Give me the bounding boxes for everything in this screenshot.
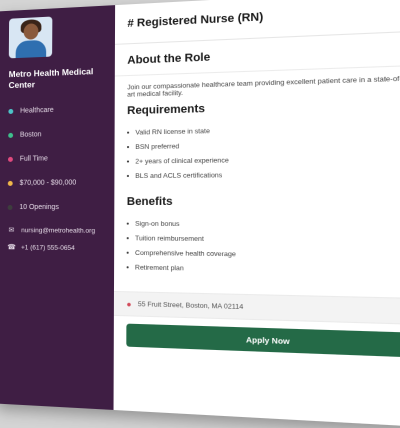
- job-title: # Registered Nurse (RN): [127, 10, 264, 30]
- meta-schedule: Full Time: [7, 152, 106, 165]
- about-heading: About the Role: [127, 51, 211, 67]
- apply-now-button[interactable]: Apply Now: [126, 323, 400, 358]
- meta-category: Healthcare: [8, 102, 106, 117]
- org-name: Metro Health Medical Center: [8, 66, 94, 91]
- dot-yellow-icon: [7, 180, 13, 186]
- dot-pink-icon: [7, 156, 13, 162]
- dot-dark-icon: [7, 204, 13, 210]
- modal-header: # Registered Nurse (RN): [114, 0, 400, 45]
- meta-category-label: Healthcare: [20, 106, 54, 115]
- meta-salary: $70,000 - $90,000: [7, 176, 106, 189]
- meta-salary-label: $70,000 - $90,000: [19, 178, 77, 187]
- list-item: BSN preferred: [126, 137, 400, 152]
- meta-openings: 10 Openings: [7, 201, 106, 213]
- meta-location-label: Boston: [19, 130, 42, 139]
- job-detail-modal: Metro Health Medical Center Healthcare B…: [0, 0, 400, 428]
- meta-openings-label: 10 Openings: [19, 203, 59, 211]
- phone-icon: ☎: [7, 244, 16, 252]
- envelope-icon: ✉: [8, 227, 15, 235]
- list-item: Retirement plan: [126, 262, 400, 278]
- list-item: Valid RN license in state: [127, 121, 400, 137]
- list-item: 2+ years of clinical experience: [126, 152, 400, 166]
- sidebar: Metro Health Medical Center Healthcare B…: [0, 5, 116, 410]
- requirements-heading: Requirements: [127, 102, 205, 118]
- company-logo: [8, 16, 53, 59]
- about-text: Join our compassionate healthcare team p…: [127, 74, 400, 99]
- meta-schedule-label: Full Time: [19, 154, 48, 163]
- contact-email[interactable]: ✉ nursing@metrohealth.org: [7, 225, 106, 236]
- dot-teal-icon: [8, 108, 14, 114]
- list-item: BLS and ACLS certifications: [126, 168, 400, 181]
- map-pin-icon: ●: [126, 299, 132, 309]
- address-text: 55 Fruit Street, Boston, MA 02114: [137, 300, 244, 311]
- requirements-list: Valid RN license in state BSN preferred …: [126, 121, 400, 181]
- contact-phone[interactable]: ☎ +1 (617) 555-0654: [7, 242, 106, 253]
- benefits-list: Sign-on bonus Tuition reimbursement Comp…: [126, 218, 400, 278]
- contact-email-label[interactable]: nursing@metrohealth.org: [21, 227, 95, 235]
- contact-phone-label[interactable]: +1 (617) 555-0654: [21, 244, 75, 252]
- list-item: Sign-on bonus: [126, 218, 400, 230]
- benefits-heading: Benefits: [126, 195, 173, 209]
- dot-green-icon: [8, 132, 14, 138]
- address-bar: ● 55 Fruit Street, Boston, MA 02114: [113, 290, 400, 326]
- contact-info: ✉ nursing@metrohealth.org ☎ +1 (617) 555…: [7, 225, 106, 253]
- meta-location: Boston: [8, 127, 106, 141]
- divider: [114, 64, 400, 77]
- list-item: Tuition reimbursement: [126, 233, 400, 246]
- job-content: # Registered Nurse (RN) X About the Role…: [113, 0, 400, 428]
- list-item: Comprehensive health coverage: [126, 248, 400, 262]
